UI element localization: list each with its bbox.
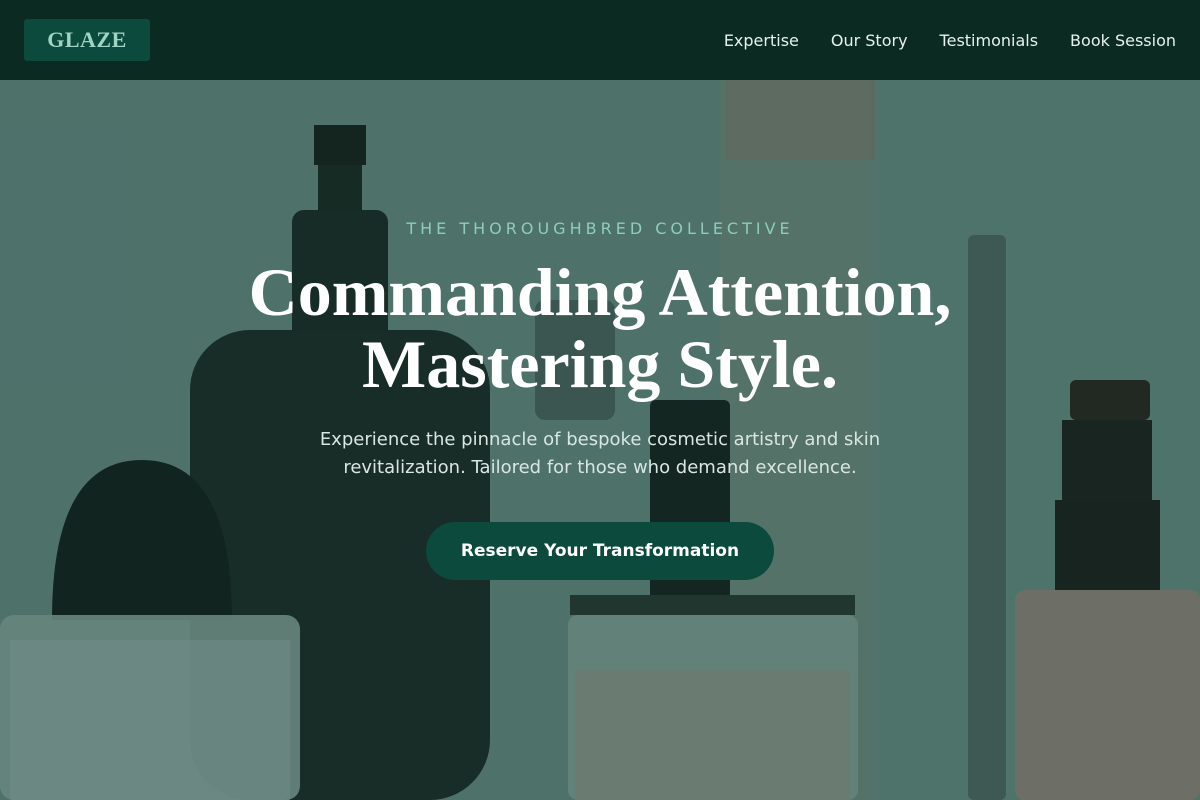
nav-link-expertise[interactable]: Expertise: [724, 31, 799, 50]
hero-section: THE THOROUGHBRED COLLECTIVE Commanding A…: [0, 80, 1200, 800]
hero-subtext: Experience the pinnacle of bespoke cosme…: [319, 429, 881, 478]
brand-logo[interactable]: GLAZE: [24, 19, 150, 61]
reserve-transformation-button[interactable]: Reserve Your Transformation: [426, 522, 774, 580]
top-navigation: GLAZE Expertise Our Story Testimonials B…: [0, 0, 1200, 80]
nav-links: Expertise Our Story Testimonials Book Se…: [724, 31, 1176, 50]
hero-headline: Commanding Attention, Mastering Style.: [0, 256, 1200, 400]
brand-logo-text: GLAZE: [47, 27, 127, 52]
hero-eyebrow: THE THOROUGHBRED COLLECTIVE: [406, 219, 794, 238]
nav-link-book-session[interactable]: Book Session: [1070, 31, 1176, 50]
nav-link-our-story[interactable]: Our Story: [831, 31, 908, 50]
hero-content: THE THOROUGHBRED COLLECTIVE Commanding A…: [0, 80, 1200, 800]
hero-headline-line-2: Mastering Style.: [362, 326, 838, 402]
nav-link-testimonials[interactable]: Testimonials: [940, 31, 1039, 50]
hero-headline-line-1: Commanding Attention,: [248, 254, 952, 330]
